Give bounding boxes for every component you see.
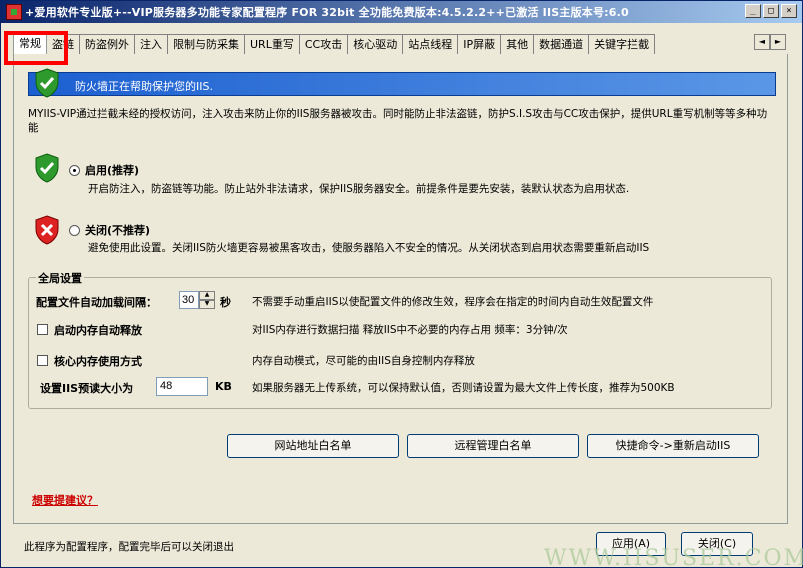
tab-other[interactable]: 其他 (500, 34, 535, 54)
tab-url-rewrite[interactable]: URL重写 (244, 34, 300, 54)
product-description: MYIIS-VIP通过拦截未经的授权访问，注入攻击来防止你的IIS服务器被攻击。… (28, 108, 768, 134)
tab-cc-attack[interactable]: CC攻击 (298, 34, 349, 54)
tab-site-threads[interactable]: 站点线程 (402, 34, 459, 54)
tab-hotlink[interactable]: 盗链 (46, 34, 80, 54)
reload-interval-input[interactable]: 30 (179, 291, 199, 309)
tab-scroll-right-icon[interactable]: ► (770, 34, 786, 50)
core-mem-desc: 内存自动模式，尽可能的由IIS自身控制内存释放 (252, 355, 475, 367)
close-window-button[interactable]: × (781, 4, 797, 18)
app-icon (6, 4, 22, 20)
green-shield-check-icon (35, 68, 59, 98)
preread-size-label: 设置IIS预读大小为 (40, 382, 134, 395)
global-settings-title: 全局设置 (36, 270, 84, 286)
disable-radio[interactable] (69, 224, 80, 236)
preread-size-desc: 如果服务器无上传系统，可以保持默认值，否则请设置为最大文件上传长度，推荐为500… (252, 382, 675, 394)
suggest-link[interactable]: 想要提建议？ (32, 492, 98, 508)
mem-release-checkbox[interactable] (37, 324, 48, 335)
spin-up-icon[interactable]: ▲ (199, 291, 215, 300)
reload-interval-label: 配置文件自动加载间隔： (36, 296, 157, 309)
banner-text: 防火墙正在帮助保护您的IIS. (75, 80, 213, 93)
enable-label: 启用(推荐) (85, 164, 140, 177)
reload-interval-unit: 秒 (220, 296, 231, 309)
tab-scroll-left-icon[interactable]: ◄ (754, 34, 770, 50)
preread-size-input[interactable]: 48 (156, 377, 208, 396)
mem-release-desc: 对IIS内存进行数据扫描 释放IIS中不必要的内存占用 频率：3分钟/次 (252, 324, 568, 336)
tab-injection[interactable]: 注入 (134, 34, 168, 54)
enable-radio[interactable] (69, 164, 80, 176)
enable-description: 开启防注入，防盗链等功能。防止站外非法请求，保护IIS服务器安全。前提条件是要先… (88, 183, 630, 195)
tab-hotlink-exceptions[interactable]: 防盗例外 (79, 34, 135, 54)
spin-down-icon[interactable]: ▼ (199, 300, 215, 309)
red-shield-x-icon (35, 215, 59, 245)
mem-release-label[interactable]: 启动内存自动释放 (54, 322, 142, 338)
tab-general[interactable]: 常规 (13, 33, 47, 54)
title-bar[interactable]: +爱用软件专业版+--VIP服务器多功能专家配置程序 FOR 32bit 全功能… (1, 1, 802, 23)
app-window: +爱用软件专业版+--VIP服务器多功能专家配置程序 FOR 32bit 全功能… (0, 0, 803, 568)
tab-ip-block[interactable]: IP屏蔽 (457, 34, 502, 54)
tab-core-driver[interactable]: 核心驱动 (347, 34, 404, 54)
window-title: +爱用软件专业版+--VIP服务器多功能专家配置程序 FOR 32bit 全功能… (25, 6, 629, 19)
maximize-button[interactable]: □ (763, 4, 779, 18)
remote-whitelist-button[interactable]: 远程管理白名单 (407, 434, 579, 458)
disable-option[interactable]: 关闭(不推荐) (69, 222, 150, 238)
reload-interval-spinner[interactable]: ▲ ▼ (199, 291, 215, 309)
core-mem-label[interactable]: 核心内存使用方式 (54, 353, 142, 369)
tab-limits[interactable]: 限制与防采集 (167, 34, 245, 54)
enable-option[interactable]: 启用(推荐) (69, 162, 139, 178)
preread-size-unit: KB (215, 380, 232, 393)
tab-strip: 常规 盗链 防盗例外 注入 限制与防采集 URL重写 CC攻击 核心驱动 站点线… (13, 33, 788, 54)
tab-keyword-block[interactable]: 关键字拦截 (588, 34, 656, 54)
watermark: WWW.IISUSER.COM (544, 546, 803, 568)
restart-iis-button[interactable]: 快捷命令->重新启动IIS (587, 434, 759, 458)
status-text: 此程序为配置程序，配置完毕后可以关闭退出 (24, 541, 234, 553)
disable-description: 避免使用此设置。关闭IIS防火墙更容易被黑客攻击，使服务器陷入不安全的情况。从关… (88, 242, 650, 254)
tab-scroll-buttons: ◄ ► (754, 34, 786, 50)
minimize-button[interactable]: _ (745, 4, 761, 18)
disable-label: 关闭(不推荐) (85, 224, 151, 237)
core-mem-checkbox[interactable] (37, 355, 48, 366)
site-whitelist-button[interactable]: 网站地址白名单 (227, 434, 399, 458)
reload-interval-desc: 不需要手动重启IIS以使配置文件的修改生效，程序会在指定的时间内自动生效配置文件 (252, 296, 654, 308)
tab-data-channel[interactable]: 数据通道 (533, 34, 590, 54)
green-shield-check-icon (35, 153, 59, 183)
